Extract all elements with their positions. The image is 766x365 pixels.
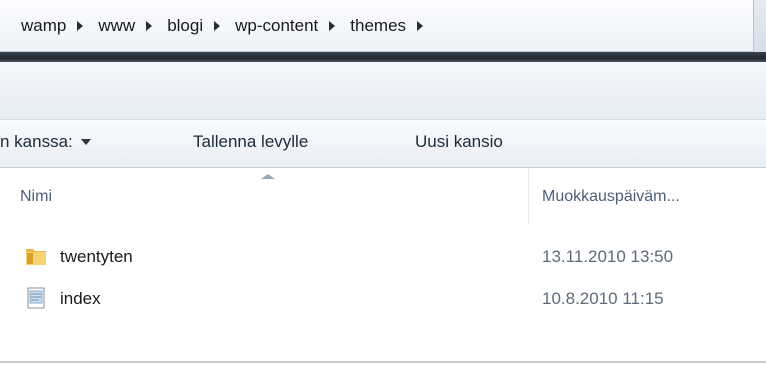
list-item[interactable]: index 10.8.2010 11:15: [0, 278, 766, 320]
file-name: index: [60, 289, 101, 308]
breadcrumb-item-www[interactable]: www: [93, 14, 140, 38]
bottom-border: [0, 361, 766, 363]
file-list: twentyten 13.11.2010 13:50 index 10.8.20…: [0, 236, 766, 320]
breadcrumb-arrow-icon[interactable]: [214, 21, 221, 31]
command-bar: n kanssa: Tallenna levylle Uusi kansio: [0, 120, 766, 168]
new-folder-button[interactable]: Uusi kansio: [415, 132, 503, 152]
breadcrumb-item-blogi[interactable]: blogi: [162, 14, 208, 38]
share-with-label: n kanssa:: [0, 132, 73, 151]
column-divider[interactable]: [528, 168, 529, 224]
breadcrumb-arrow-icon[interactable]: [417, 21, 424, 31]
folder-icon: [26, 249, 46, 265]
file-date: 13.11.2010 13:50: [542, 247, 674, 266]
breadcrumb: wamp www blogi wp-content themes: [16, 14, 433, 38]
breadcrumb-arrow-icon[interactable]: [77, 21, 84, 31]
breadcrumb-arrow-icon[interactable]: [329, 21, 336, 31]
chevron-down-icon: [80, 139, 91, 145]
breadcrumb-item-wp-content[interactable]: wp-content: [230, 14, 323, 38]
file-name: twentyten: [60, 247, 133, 266]
file-date: 10.8.2010 11:15: [542, 289, 664, 308]
column-header-row: Nimi Muokkauspäiväm...: [0, 168, 766, 224]
column-header-name[interactable]: Nimi: [20, 188, 52, 206]
breadcrumb-arrow-icon[interactable]: [146, 21, 153, 31]
sort-ascending-icon: [261, 174, 275, 179]
share-with-button[interactable]: n kanssa:: [0, 132, 91, 152]
list-item[interactable]: twentyten 13.11.2010 13:50: [0, 236, 766, 278]
column-header-date-modified[interactable]: Muokkauspäiväm...: [542, 188, 680, 206]
burn-to-disc-button[interactable]: Tallenna levylle: [193, 132, 308, 152]
address-bar-edge: [753, 0, 766, 52]
window-separator: [0, 52, 766, 62]
breadcrumb-item-themes[interactable]: themes: [345, 14, 411, 38]
file-icon: [27, 287, 45, 309]
toolbar-band: [0, 62, 766, 120]
address-bar[interactable]: wamp www blogi wp-content themes: [0, 0, 766, 52]
breadcrumb-item-wamp[interactable]: wamp: [16, 14, 71, 38]
